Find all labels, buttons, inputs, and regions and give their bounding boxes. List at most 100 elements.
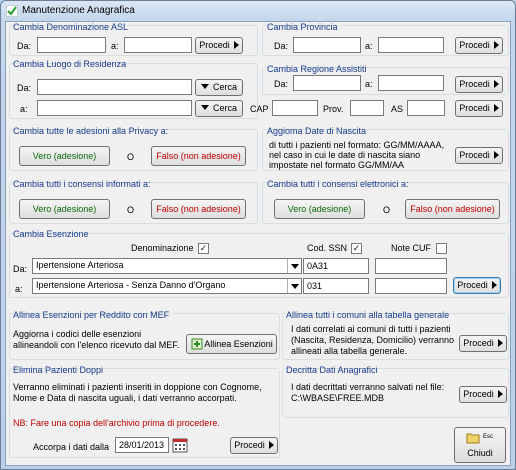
residenza-cerca-a-button[interactable]: Cerca [195,100,243,117]
regione-title: Cambia Regione Assistiti [267,64,367,74]
allinea-comuni-procedi-label: Procedi [463,338,494,348]
calendar-icon[interactable] [172,437,188,453]
esenzione-a-select[interactable]: Ipertensione Arteriosa - Senza Danno d'O… [32,278,302,294]
asl-a-label: a: [111,41,119,51]
esenzione-a-cod-input[interactable]: 031 [303,278,369,294]
esenzione-procedi-button[interactable]: Procedi [453,277,501,294]
chevron-down-icon[interactable] [287,259,301,273]
informati-falso-button[interactable]: Falso (non adesione) [151,199,246,219]
decritta-procedi-button[interactable]: Procedi [459,386,507,403]
allinea-comuni-text-1: I dati correlati ai comuni di tutti i pa… [291,324,451,334]
doppi-warning: NB: Fare una copia dell'archivio prima d… [13,418,220,428]
regione-da-input[interactable] [293,75,361,91]
folder-icon [466,433,480,444]
informati-title: Cambia tutti i consensi informati a: [13,179,151,189]
play-arrow-icon [493,80,499,88]
allinea-esenzioni-text-1: Aggiorna i codici delle esenzioni [13,329,142,339]
esenzione-codssn-checkbox[interactable]: ✓ [351,243,362,254]
play-arrow-icon [268,441,274,449]
allinea-esenzioni-text-2: allineandoli con l'elenco ricevuto dal M… [13,340,180,350]
esenzione-a-note-input[interactable] [375,278,447,294]
residenza-procedi-button[interactable]: Procedi [455,100,503,117]
play-arrow-icon [497,339,503,347]
dropdown-arrow-icon [200,105,209,110]
decritta-text-2: C:\WBASE\FREE.MDB [291,393,385,403]
plus-icon [191,338,203,350]
nascita-procedi-label: Procedi [459,150,490,160]
elettronici-vero-button[interactable]: Vero (adesione) [274,199,365,219]
elettronici-vero-label: Vero (adesione) [287,204,352,214]
allinea-comuni-procedi-button[interactable]: Procedi [459,335,507,352]
residenza-prov-input[interactable] [350,100,384,116]
residenza-cap-input[interactable] [272,100,318,116]
provincia-da-input[interactable] [293,37,361,53]
decritta-title: Decritta Dati Anagrafici [286,365,378,375]
provincia-procedi-label: Procedi [459,40,490,50]
doppi-text-1: Verranno eliminati i pazienti inseriti i… [13,382,262,392]
regione-procedi-label: Procedi [459,79,490,89]
residenza-da-input[interactable] [37,79,192,95]
residenza-cerca-da-button[interactable]: Cerca [195,79,243,96]
residenza-procedi-label: Procedi [459,103,490,113]
allinea-esenzioni-button[interactable]: Allinea Esenzioni [186,334,277,354]
chiudi-label: Chiudi [467,448,493,458]
residenza-as-label: AS [391,104,404,114]
residenza-a-label: a: [20,104,28,114]
allinea-esenzioni-title: Allinea Esenzioni per Reddito con MEF [13,310,170,320]
window-title: Manutenzione Anagrafica [22,5,135,16]
chiudi-button[interactable]: Esc Chiudi [454,427,506,463]
esenzione-da-note-input[interactable] [375,258,447,274]
regione-a-input[interactable] [378,75,444,91]
play-arrow-icon [493,41,499,49]
nascita-procedi-button[interactable]: Procedi [455,147,503,164]
doppi-procedi-button[interactable]: Procedi [230,437,278,454]
asl-a-input[interactable] [124,37,192,53]
play-arrow-icon [497,390,503,398]
regione-da-label: Da: [274,79,289,89]
esenzione-a-cod-value: 031 [307,281,323,291]
doppi-accorpa-date-value: 28/01/2013 [119,440,165,450]
asl-da-input[interactable] [37,37,106,53]
privacy-vero-button[interactable]: Vero (adesione) [19,146,110,166]
esenzione-codssn-label: Cod. SSN [307,243,348,253]
esenzione-denominazione-checkbox[interactable]: ✓ [198,243,209,254]
residenza-a-input[interactable] [37,100,192,116]
esenzione-title: Cambia Esenzione [13,229,89,239]
dropdown-arrow-icon [200,84,209,89]
play-arrow-icon [233,41,239,49]
nascita-text-1: di tutti i pazienti nel formato: GG/MM/A… [269,140,445,150]
decritta-procedi-label: Procedi [463,389,494,399]
residenza-as-input[interactable] [407,100,445,116]
elettronici-o-label: O [383,205,391,215]
esenzione-da-select[interactable]: Ipertensione Arteriosa [32,258,302,274]
residenza-prov-label: Prov. [323,104,344,114]
elettronici-title: Cambia tutti i consensi elettronici a: [267,179,409,189]
esenzione-a-value: Ipertensione Arteriosa - Senza Danno d'O… [36,280,226,290]
informati-vero-button[interactable]: Vero (adesione) [19,199,110,219]
asl-procedi-label: Procedi [199,40,230,50]
provincia-procedi-button[interactable]: Procedi [455,37,503,54]
provincia-a-input[interactable] [378,37,444,53]
regione-a-label: a: [365,79,373,89]
esenzione-a-label: a: [15,284,23,294]
provincia-a-label: a: [365,41,373,51]
esenzione-da-value: Ipertensione Arteriosa [36,260,124,270]
asl-procedi-button[interactable]: Procedi [195,37,243,54]
doppi-accorpa-label: Accorpa i dati dalla [33,442,110,452]
privacy-falso-button[interactable]: Falso (non adesione) [151,146,246,166]
esenzione-notecuf-checkbox[interactable] [436,243,447,254]
privacy-falso-label: Falso (non adesione) [156,151,241,161]
asl-da-label: Da: [17,41,32,51]
main-window: Manutenzione Anagrafica Cambia Denominaz… [0,0,516,470]
residenza-da-label: Da: [17,83,32,93]
elettronici-falso-button[interactable]: Falso (non adesione) [405,199,500,219]
provincia-title: Cambia Provincia [267,22,338,32]
esenzione-da-cod-input[interactable]: 0A31 [303,258,369,274]
doppi-accorpa-date-input[interactable]: 28/01/2013 [115,437,169,453]
regione-procedi-button[interactable]: Procedi [455,76,503,93]
nascita-title: Aggioma Date di Nascita [267,126,367,136]
esenzione-notecuf-label: Note CUF [391,243,432,253]
chevron-down-icon[interactable] [287,279,301,293]
elettronici-falso-label: Falso (non adesione) [410,204,495,214]
chiudi-esc-label: Esc [483,434,494,440]
